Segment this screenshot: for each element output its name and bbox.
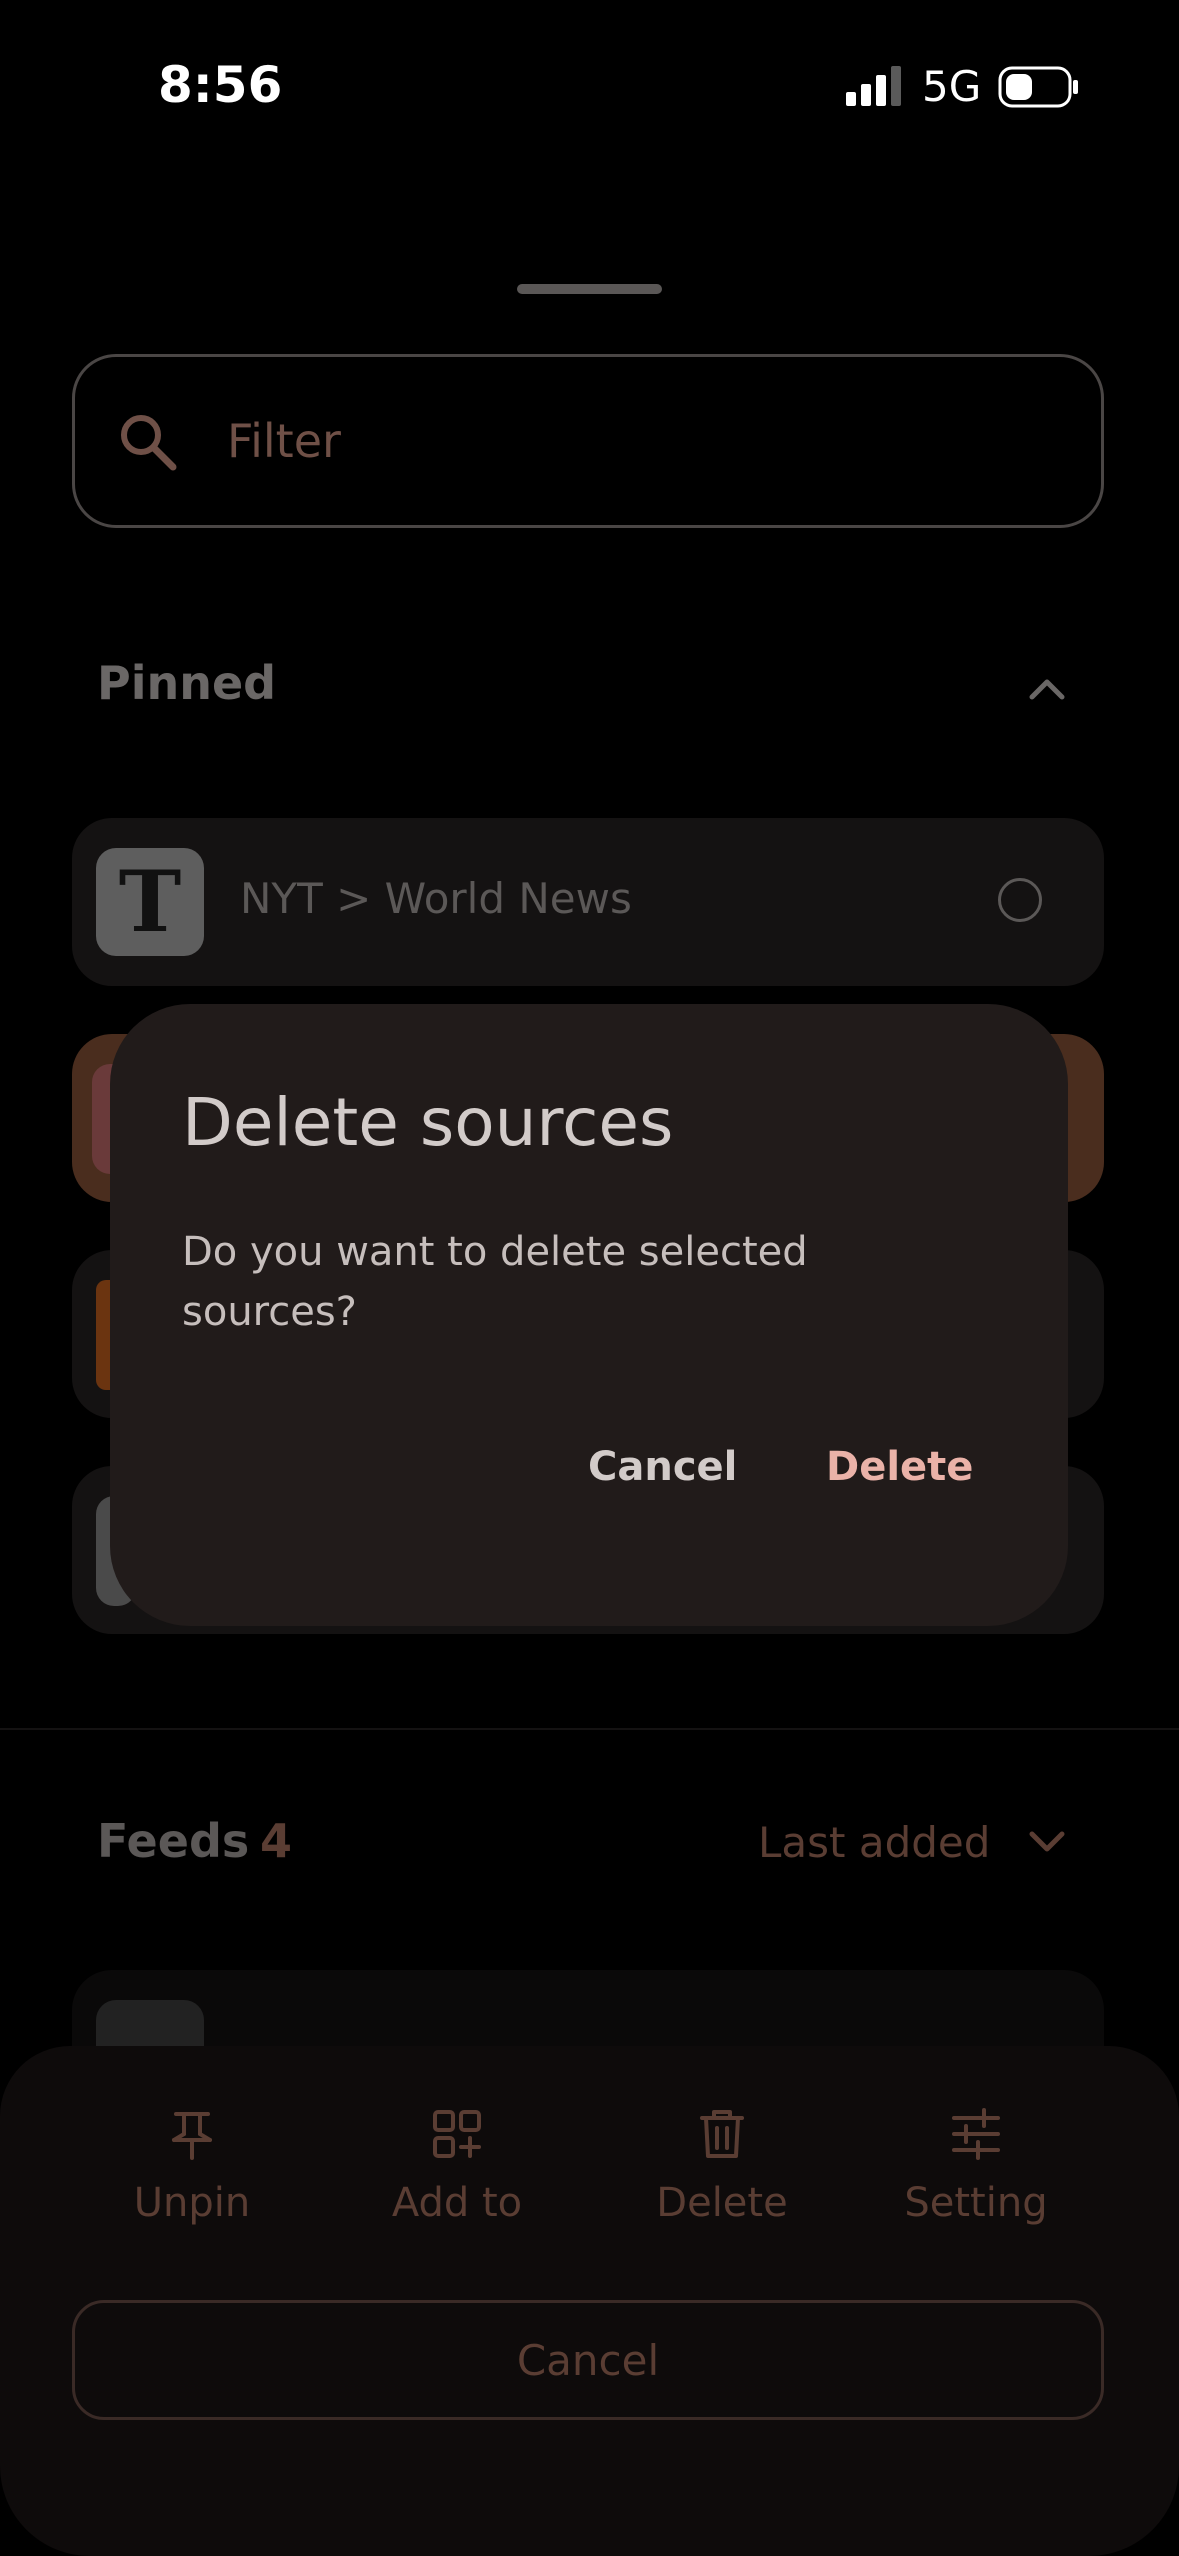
delete-label: Delete [656, 2180, 788, 2226]
delete-button[interactable]: Delete [602, 2106, 842, 2226]
dialog-title: Delete sources [182, 1084, 674, 1161]
add-to-group-icon [433, 2110, 481, 2158]
pinned-item-label: NYT > World News [240, 874, 632, 923]
search-icon [121, 415, 177, 471]
section-divider [0, 1728, 1179, 1730]
pinned-section-title: Pinned [97, 656, 277, 710]
setting-label: Setting [904, 2180, 1048, 2226]
select-radio[interactable] [998, 878, 1042, 922]
pinned-item-nyt-world-news[interactable]: T NYT > World News [72, 818, 1104, 986]
status-time: 8:56 [158, 56, 283, 114]
cellular-signal-icon [846, 66, 901, 106]
screen: 8:56 5G Pinned T NYT > World News [0, 0, 1179, 2556]
filter-input[interactable] [225, 395, 1049, 487]
trash-icon [700, 2110, 744, 2158]
sort-dropdown-label[interactable]: Last added [758, 1818, 990, 1867]
unpin-label: Unpin [133, 2180, 251, 2226]
dialog-message: Do you want to delete selected sources? [182, 1229, 808, 1335]
drag-handle[interactable] [517, 284, 662, 294]
bottom-action-sheet: Unpin Add to Delete Setting Cancel [0, 2046, 1179, 2556]
delete-sources-dialog: Delete sources Do you want to delete sel… [110, 1004, 1068, 1626]
filter-box[interactable] [72, 354, 1104, 528]
pin-icon [172, 2112, 212, 2160]
feeds-section-title: Feeds [97, 1814, 250, 1868]
battery-icon [998, 66, 1078, 108]
unpin-button[interactable]: Unpin [72, 2106, 312, 2226]
sliders-icon [952, 2108, 1000, 2160]
setting-button[interactable]: Setting [856, 2106, 1096, 2226]
add-to-button[interactable]: Add to [337, 2106, 577, 2226]
chevron-up-icon[interactable] [1022, 664, 1072, 714]
nyt-logo-icon: T [96, 848, 204, 956]
add-to-label: Add to [391, 2180, 523, 2226]
dialog-cancel-button[interactable]: Cancel [588, 1444, 737, 1490]
network-type: 5G [922, 62, 982, 111]
feeds-count: 4 [260, 1814, 293, 1868]
sheet-cancel-button[interactable]: Cancel [72, 2300, 1104, 2420]
dialog-delete-button[interactable]: Delete [826, 1444, 973, 1490]
chevron-down-icon[interactable] [1022, 1816, 1072, 1866]
